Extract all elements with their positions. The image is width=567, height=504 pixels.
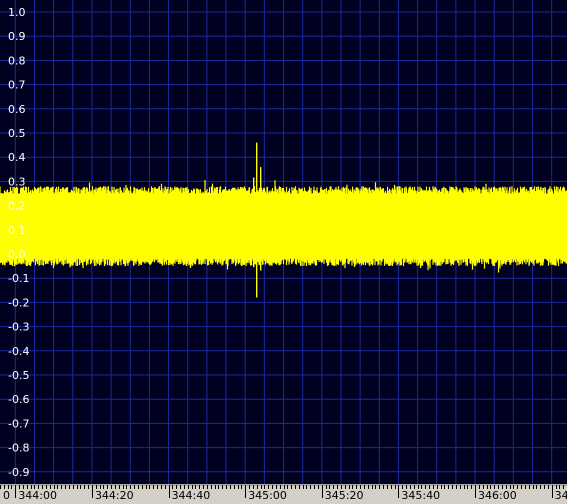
y-tick-label: -0.5 bbox=[8, 369, 29, 382]
y-tick-label: 0.0 bbox=[8, 248, 26, 261]
y-tick-label: 0.8 bbox=[8, 54, 26, 67]
y-tick-label: -0.8 bbox=[8, 442, 29, 455]
y-tick-label: 0.4 bbox=[8, 151, 26, 164]
x-tick-label: 346:00 bbox=[478, 489, 517, 502]
y-tick-label: -0.3 bbox=[8, 321, 29, 334]
y-tick-label: -0.6 bbox=[8, 393, 29, 406]
y-tick-label: -0.2 bbox=[8, 296, 29, 309]
y-tick-label: -0.1 bbox=[8, 272, 29, 285]
y-tick-label: -0.7 bbox=[8, 417, 29, 430]
y-tick-label: 0.2 bbox=[8, 200, 26, 213]
x-tick-label: 344:20 bbox=[95, 489, 134, 502]
y-tick-label: -0.9 bbox=[8, 466, 29, 479]
y-tick-label: 0.7 bbox=[8, 79, 26, 92]
x-tick-label: 345:00 bbox=[248, 489, 287, 502]
waveform-viewer: 1.0 0.9 0.8 0.7 0.6 0.5 0.4 0.3 0.2 0.1 0.0 -0.1 -0.… bbox=[0, 0, 567, 504]
x-tick-label: 346:20 bbox=[555, 489, 567, 502]
y-tick-label: 0.3 bbox=[8, 175, 26, 188]
x-tick-label: 0 bbox=[3, 489, 10, 502]
x-tick-label: 344:40 bbox=[172, 489, 211, 502]
y-tick-label: 0.5 bbox=[8, 127, 26, 140]
waveform-fill bbox=[0, 193, 567, 259]
x-tick-label: 344:00 bbox=[18, 489, 57, 502]
y-tick-label: 0.6 bbox=[8, 103, 26, 116]
y-tick-label: 0.9 bbox=[8, 30, 26, 43]
y-tick-label: 1.0 bbox=[8, 6, 26, 19]
waveform-chart: 1.0 0.9 0.8 0.7 0.6 0.5 0.4 0.3 0.2 0.1 0.0 -0.1 -0.… bbox=[0, 0, 567, 504]
y-tick-label: -0.4 bbox=[8, 345, 29, 358]
x-tick-label: 345:20 bbox=[325, 489, 364, 502]
y-tick-label: 0.1 bbox=[8, 224, 26, 237]
x-tick-label: 345:40 bbox=[401, 489, 440, 502]
